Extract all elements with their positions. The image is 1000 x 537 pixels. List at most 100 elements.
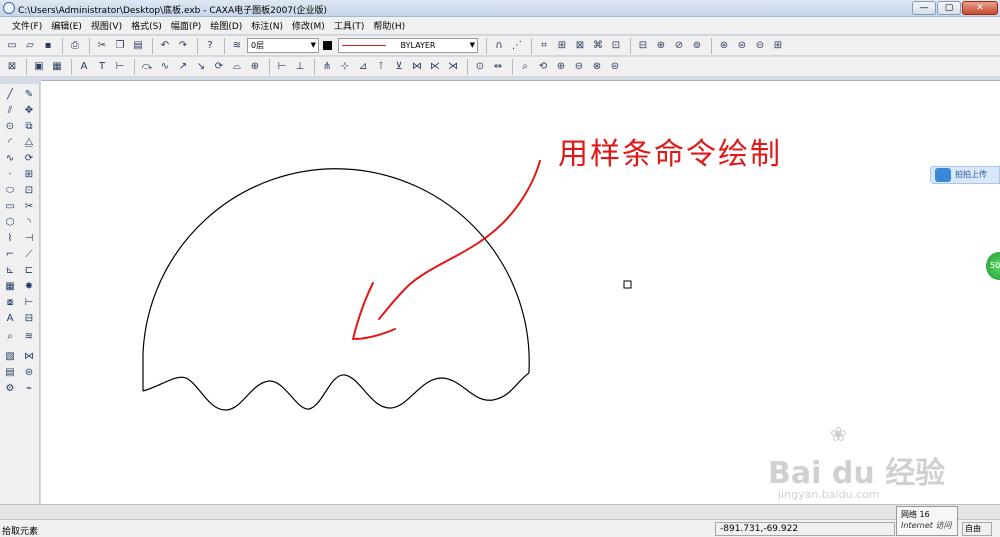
view-b-icon[interactable]: ⟲ xyxy=(535,59,551,75)
tool-c-icon[interactable]: ⊠ xyxy=(572,38,588,54)
break-icon[interactable]: ⟋ xyxy=(22,248,36,262)
curve-e-icon[interactable]: ⟳ xyxy=(211,59,227,75)
copy-icon[interactable]: ❐ xyxy=(112,38,128,54)
tool-e-icon[interactable]: ⊡ xyxy=(608,38,624,54)
stretch-icon[interactable]: ⊏ xyxy=(22,264,36,278)
arc-icon[interactable]: ◜ xyxy=(3,136,17,150)
snap-mode[interactable]: 自由 xyxy=(962,522,992,536)
mirror-icon[interactable]: ⧋ xyxy=(22,136,36,150)
hatch-icon[interactable]: ▦ xyxy=(3,280,17,294)
explode-icon[interactable]: ✸ xyxy=(22,280,36,294)
scale-icon[interactable]: ⊡ xyxy=(22,184,36,198)
edit-c-icon[interactable]: ⊿ xyxy=(355,59,371,75)
bolt-icon[interactable]: ⚙ xyxy=(3,382,17,396)
library-icon[interactable]: ▤ xyxy=(3,366,17,380)
tool-k-icon[interactable]: ⊜ xyxy=(734,38,750,54)
point-icon[interactable]: ⋅ xyxy=(3,168,17,182)
close-button[interactable]: ✕ xyxy=(962,1,998,15)
edit-a-icon[interactable]: ⋔ xyxy=(319,59,335,75)
tool-a-icon[interactable]: ⌗ xyxy=(536,38,552,54)
gauge-icon[interactable]: ⊜ xyxy=(22,366,36,380)
array-icon[interactable]: ⊞ xyxy=(22,168,36,182)
cut-icon[interactable]: ✂ xyxy=(94,38,110,54)
curve-c-icon[interactable]: ↗ xyxy=(175,59,191,75)
redo-icon[interactable]: ↷ xyxy=(175,38,191,54)
tool-m-icon[interactable]: ⊞ xyxy=(770,38,786,54)
text-style-icon[interactable]: A xyxy=(76,59,92,75)
menu-view[interactable]: 视图(V) xyxy=(91,19,122,32)
dimension-style-icon[interactable]: ⊢ xyxy=(112,59,128,75)
curve-b-icon[interactable]: ∿ xyxy=(157,59,173,75)
menu-edit[interactable]: 编辑(E) xyxy=(51,19,82,32)
text-icon[interactable]: A xyxy=(3,312,17,326)
centerline-icon[interactable]: ⌐ xyxy=(3,248,17,262)
curve-f-icon[interactable]: ⌓ xyxy=(229,59,245,75)
zoom-icon[interactable]: ⌕ xyxy=(3,330,17,344)
help-icon[interactable]: ? xyxy=(202,38,218,54)
view-a-icon[interactable]: ⌕ xyxy=(517,59,533,75)
dimension-icon[interactable]: ⊢ xyxy=(22,296,36,310)
pencil-icon[interactable]: ✎ xyxy=(22,88,36,102)
zoom-window-icon[interactable]: ⊙ xyxy=(472,59,488,75)
tool-h-icon[interactable]: ⊘ xyxy=(671,38,687,54)
circle-icon[interactable]: ⊙ xyxy=(3,120,17,134)
image-icon[interactable]: ▧ xyxy=(3,350,17,364)
tool-l-icon[interactable]: ⊝ xyxy=(752,38,768,54)
menu-draw[interactable]: 绘图(D) xyxy=(210,19,242,32)
view-c-icon[interactable]: ⊕ xyxy=(553,59,569,75)
copy-object-icon[interactable]: ⧉ xyxy=(22,120,36,134)
new-file-icon[interactable]: ▭ xyxy=(4,38,20,54)
open-folder-icon[interactable]: ▱ xyxy=(22,38,38,54)
curve-a-icon[interactable]: ⤼ xyxy=(139,59,155,75)
parallel-line-icon[interactable]: ⫽ xyxy=(3,104,17,118)
baidu-upload-button[interactable]: 拍拍上传 xyxy=(930,166,1000,184)
tool-b-icon[interactable]: ⊞ xyxy=(554,38,570,54)
menu-format[interactable]: 格式(S) xyxy=(131,19,162,32)
measure-b-icon[interactable]: ⊥ xyxy=(292,59,308,75)
pan-icon[interactable]: ⇔ xyxy=(490,59,506,75)
view-f-icon[interactable]: ⊜ xyxy=(607,59,623,75)
text-box-icon[interactable]: T xyxy=(94,59,110,75)
fillet-icon[interactable]: ◝ xyxy=(22,216,36,230)
layer-select[interactable]: 0层 ▼ xyxy=(247,38,319,53)
spline-icon[interactable]: ∿ xyxy=(3,152,17,166)
tool-i-icon[interactable]: ⊚ xyxy=(689,38,705,54)
menu-modify[interactable]: 修改(M) xyxy=(292,19,325,32)
edit-d-icon[interactable]: ⊺ xyxy=(373,59,389,75)
edit-g-icon[interactable]: ⋉ xyxy=(427,59,443,75)
measure-a-icon[interactable]: ⊢ xyxy=(274,59,290,75)
maximize-button[interactable]: ▢ xyxy=(937,1,961,15)
extend-icon[interactable]: ⊣ xyxy=(22,232,36,246)
menu-sheet[interactable]: 幅面(P) xyxy=(171,19,201,32)
frame-icon[interactable]: ⊠ xyxy=(4,59,20,75)
layer-icon[interactable]: ≋ xyxy=(229,38,245,54)
tool-f-icon[interactable]: ⊟ xyxy=(635,38,651,54)
tool-g-icon[interactable]: ⊕ xyxy=(653,38,669,54)
sample-icon[interactable]: ⋈ xyxy=(22,350,36,364)
linetype-select[interactable]: BYLAYER ▼ xyxy=(338,38,478,53)
minimize-button[interactable]: — xyxy=(912,1,936,15)
edit-f-icon[interactable]: ⋈ xyxy=(409,59,425,75)
print-icon[interactable]: ⎙ xyxy=(67,38,83,54)
curve-d-icon[interactable]: ↘ xyxy=(193,59,209,75)
table-icon[interactable]: ▦ xyxy=(49,59,65,75)
layer-tool-icon[interactable]: ≋ xyxy=(22,330,36,344)
trim-icon[interactable]: ✂ xyxy=(22,200,36,214)
edit-h-icon[interactable]: ⋊ xyxy=(445,59,461,75)
paste-icon[interactable]: ▤ xyxy=(130,38,146,54)
polyline-icon[interactable]: ⌇ xyxy=(3,232,17,246)
save-icon[interactable]: ▪ xyxy=(40,38,56,54)
rectangle-icon[interactable]: ▭ xyxy=(3,200,17,214)
align-icon[interactable]: ⊟ xyxy=(22,312,36,326)
menu-file[interactable]: 文件(F) xyxy=(12,19,42,32)
view-e-icon[interactable]: ⊗ xyxy=(589,59,605,75)
ellipse-icon[interactable]: ⬭ xyxy=(3,184,17,198)
menu-dimension[interactable]: 标注(N) xyxy=(251,19,283,32)
edit-b-icon[interactable]: ⊹ xyxy=(337,59,353,75)
grid-icon[interactable]: ⋰ xyxy=(509,38,525,54)
polygon-icon[interactable]: ⬡ xyxy=(3,216,17,230)
move-icon[interactable]: ✥ xyxy=(22,104,36,118)
tool-d-icon[interactable]: ⌘ xyxy=(590,38,606,54)
edit-e-icon[interactable]: ⊻ xyxy=(391,59,407,75)
color-swatch[interactable] xyxy=(323,41,332,50)
